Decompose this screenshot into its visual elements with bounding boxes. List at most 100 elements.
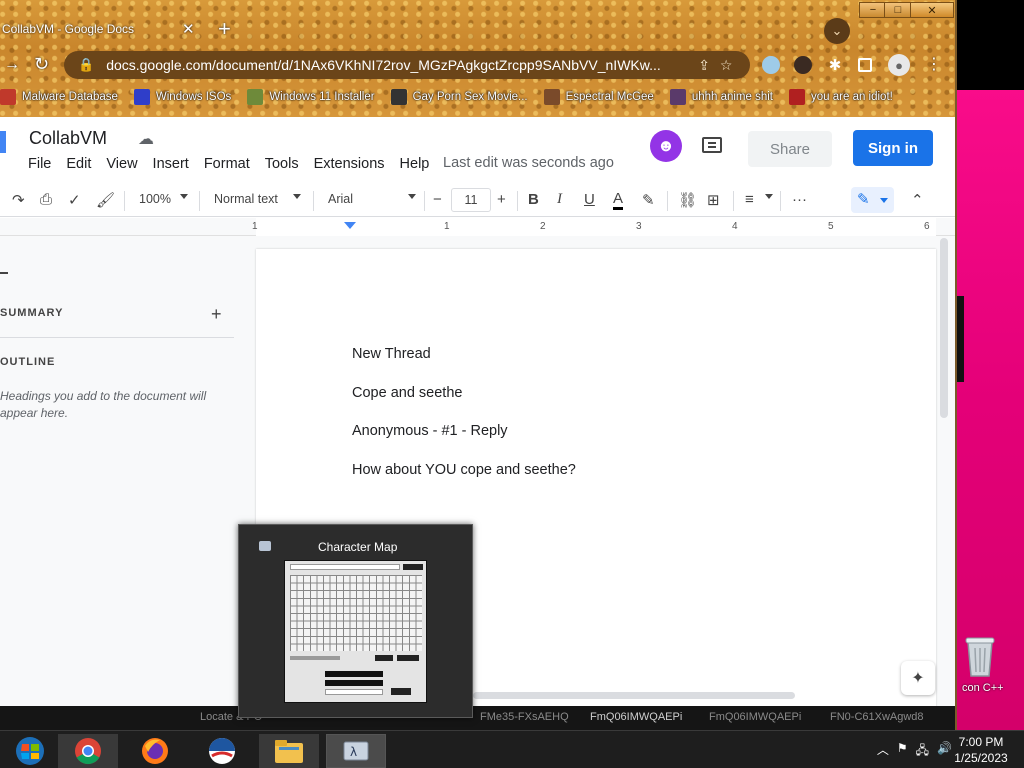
tab-search-icon[interactable]: ⌄ (824, 18, 850, 44)
paragraph[interactable]: Anonymous - #1 - Reply (352, 423, 508, 439)
paint-format-icon[interactable]: 🖌 (96, 191, 115, 209)
action-center-flag-icon[interactable]: ⚑ (897, 741, 908, 762)
side-panel-icon[interactable] (858, 58, 872, 72)
taskbar-firefox[interactable] (125, 734, 185, 768)
new-tab-button[interactable]: + (218, 16, 231, 42)
taskbar-chrome[interactable] (58, 734, 118, 768)
maximize-button[interactable]: □ (884, 2, 912, 18)
tab-collabvm[interactable]: CollabVM - Google Docs (0, 14, 210, 44)
bookmark-item[interactable]: uhhh anime shit (669, 89, 773, 105)
outline-divider (0, 337, 234, 338)
zoom-caret-icon[interactable] (180, 194, 188, 199)
bookmark-star-icon[interactable]: ☆ (720, 57, 733, 74)
bookmark-item[interactable]: Gay Porn Sex Movie... (390, 89, 528, 105)
docs-logo-icon[interactable] (0, 131, 6, 153)
menu-format[interactable]: Format (204, 156, 250, 172)
explore-sparkle-icon[interactable]: ✦ (901, 661, 935, 695)
anonymous-user-avatar[interactable]: ☻ (650, 130, 682, 162)
align-icon[interactable]: ≡ (745, 191, 754, 208)
font-size-input[interactable]: 11 (451, 188, 491, 212)
bookmark-item[interactable]: Windows 11 Installer (247, 89, 375, 105)
menu-edit[interactable]: Edit (66, 156, 91, 172)
spellcheck-icon[interactable]: ✓ (68, 191, 81, 209)
bookmark-item[interactable]: Espectral McGee (543, 89, 654, 105)
thumbnail-window-image[interactable] (284, 560, 427, 703)
horizontal-scrollbar[interactable] (473, 692, 795, 699)
network-icon[interactable]: 🖧 (916, 741, 929, 762)
bold-button[interactable]: B (528, 191, 539, 208)
strip-item[interactable]: FN0-C61XwAgwd8 (830, 711, 924, 723)
italic-button[interactable]: I (557, 191, 562, 208)
bookmark-label: Espectral McGee (565, 91, 654, 103)
font-select[interactable]: Arial (328, 192, 353, 206)
profile-avatar-icon[interactable]: ● (888, 54, 910, 76)
reload-icon[interactable]: ↻ (34, 54, 49, 75)
print-icon[interactable]: ⎙ (40, 191, 52, 208)
recycle-bin-icon[interactable] (960, 632, 1000, 678)
redo-icon[interactable]: ↷ (12, 191, 25, 209)
taskbar-character-map[interactable]: λ (326, 734, 386, 768)
text-color-button[interactable]: A (613, 191, 624, 210)
extension-icon-avatar[interactable] (794, 56, 812, 74)
menu-tools[interactable]: Tools (265, 156, 299, 172)
extension-icon-flag[interactable] (762, 56, 780, 74)
menu-help[interactable]: Help (400, 156, 430, 172)
highlight-pen-icon[interactable]: ✎ (642, 191, 655, 209)
share-page-icon[interactable]: ⇪ (698, 57, 710, 74)
bookmark-item[interactable]: Malware Database (0, 89, 118, 105)
strip-item[interactable]: FmQ06IMWQAEPi (709, 711, 801, 723)
menu-extensions[interactable]: Extensions (314, 156, 385, 172)
paragraph[interactable]: How about YOU cope and seethe? (352, 462, 576, 478)
start-button[interactable] (0, 734, 60, 768)
taskbar-obama-app[interactable] (192, 734, 252, 768)
more-options-button[interactable]: ··· (792, 191, 807, 208)
ruler[interactable]: 1 1 2 3 4 5 6 (0, 218, 955, 236)
lock-icon[interactable]: 🔒 (78, 57, 94, 73)
chrome-menu-icon[interactable]: ⋮ (926, 54, 942, 74)
decrease-font-size-button[interactable]: − (433, 191, 442, 208)
strip-item[interactable]: FMe35-FXsAEHQ (480, 711, 569, 723)
menu-file[interactable]: File (28, 156, 51, 172)
minimize-button[interactable]: − (859, 2, 887, 18)
add-comment-icon[interactable]: ⊞ (707, 191, 720, 209)
paragraph[interactable]: New Thread (352, 346, 431, 362)
close-window-button[interactable]: ✕ (910, 2, 954, 18)
increase-font-size-button[interactable]: + (497, 191, 506, 208)
taskbar-thumbnail-preview[interactable]: Character Map (238, 524, 473, 718)
underline-button[interactable]: U (584, 191, 595, 208)
editing-mode-button[interactable]: ✎ (851, 187, 894, 213)
outline-collapse-icon[interactable] (0, 272, 8, 274)
collapse-menus-icon[interactable]: ⌃ (911, 191, 924, 209)
tab-close-icon[interactable]: ✕ (182, 20, 195, 38)
insert-link-icon[interactable]: ⛓ (678, 191, 697, 209)
vertical-scrollbar[interactable] (940, 238, 948, 418)
font-caret-icon[interactable] (408, 194, 416, 199)
last-edit-status[interactable]: Last edit was seconds ago (443, 155, 614, 171)
bookmark-item[interactable]: Windows ISOs (133, 89, 231, 105)
sign-in-button[interactable]: Sign in (853, 130, 933, 166)
paragraph-style-select[interactable]: Normal text (214, 192, 278, 206)
add-summary-button[interactable]: + (211, 304, 222, 325)
comment-history-icon[interactable] (702, 137, 722, 153)
show-hidden-icons-icon[interactable]: ︿ (877, 741, 889, 762)
menu-view[interactable]: View (106, 156, 137, 172)
align-caret-icon[interactable] (765, 194, 773, 199)
menu-insert[interactable]: Insert (153, 156, 189, 172)
share-button[interactable]: Share (748, 131, 832, 167)
taskbar-file-explorer[interactable] (259, 734, 319, 768)
indent-marker[interactable] (344, 222, 356, 229)
taskbar-clock[interactable]: 7:00 PM 1/25/2023 (946, 734, 1016, 766)
desktop-dark-area (955, 0, 1024, 90)
bookmark-item[interactable]: you are an idiot! (789, 89, 893, 105)
style-caret-icon[interactable] (293, 194, 301, 199)
paragraph[interactable]: Cope and seethe (352, 385, 462, 401)
back-arrow-icon[interactable]: → (4, 56, 20, 74)
toolbar-divider (517, 191, 518, 211)
url-text[interactable]: docs.google.com/document/d/1NAx6VKhNI72r… (106, 57, 688, 73)
address-bar[interactable]: 🔒 docs.google.com/document/d/1NAx6VKhNI7… (64, 51, 750, 79)
extensions-puzzle-icon[interactable]: ✱ (826, 56, 844, 74)
strip-item[interactable]: FmQ06IMWQAEPi (590, 711, 682, 723)
document-title[interactable]: CollabVM (29, 128, 107, 149)
zoom-select[interactable]: 100% (139, 192, 171, 206)
cloud-status-icon[interactable]: ☁ (138, 129, 154, 149)
